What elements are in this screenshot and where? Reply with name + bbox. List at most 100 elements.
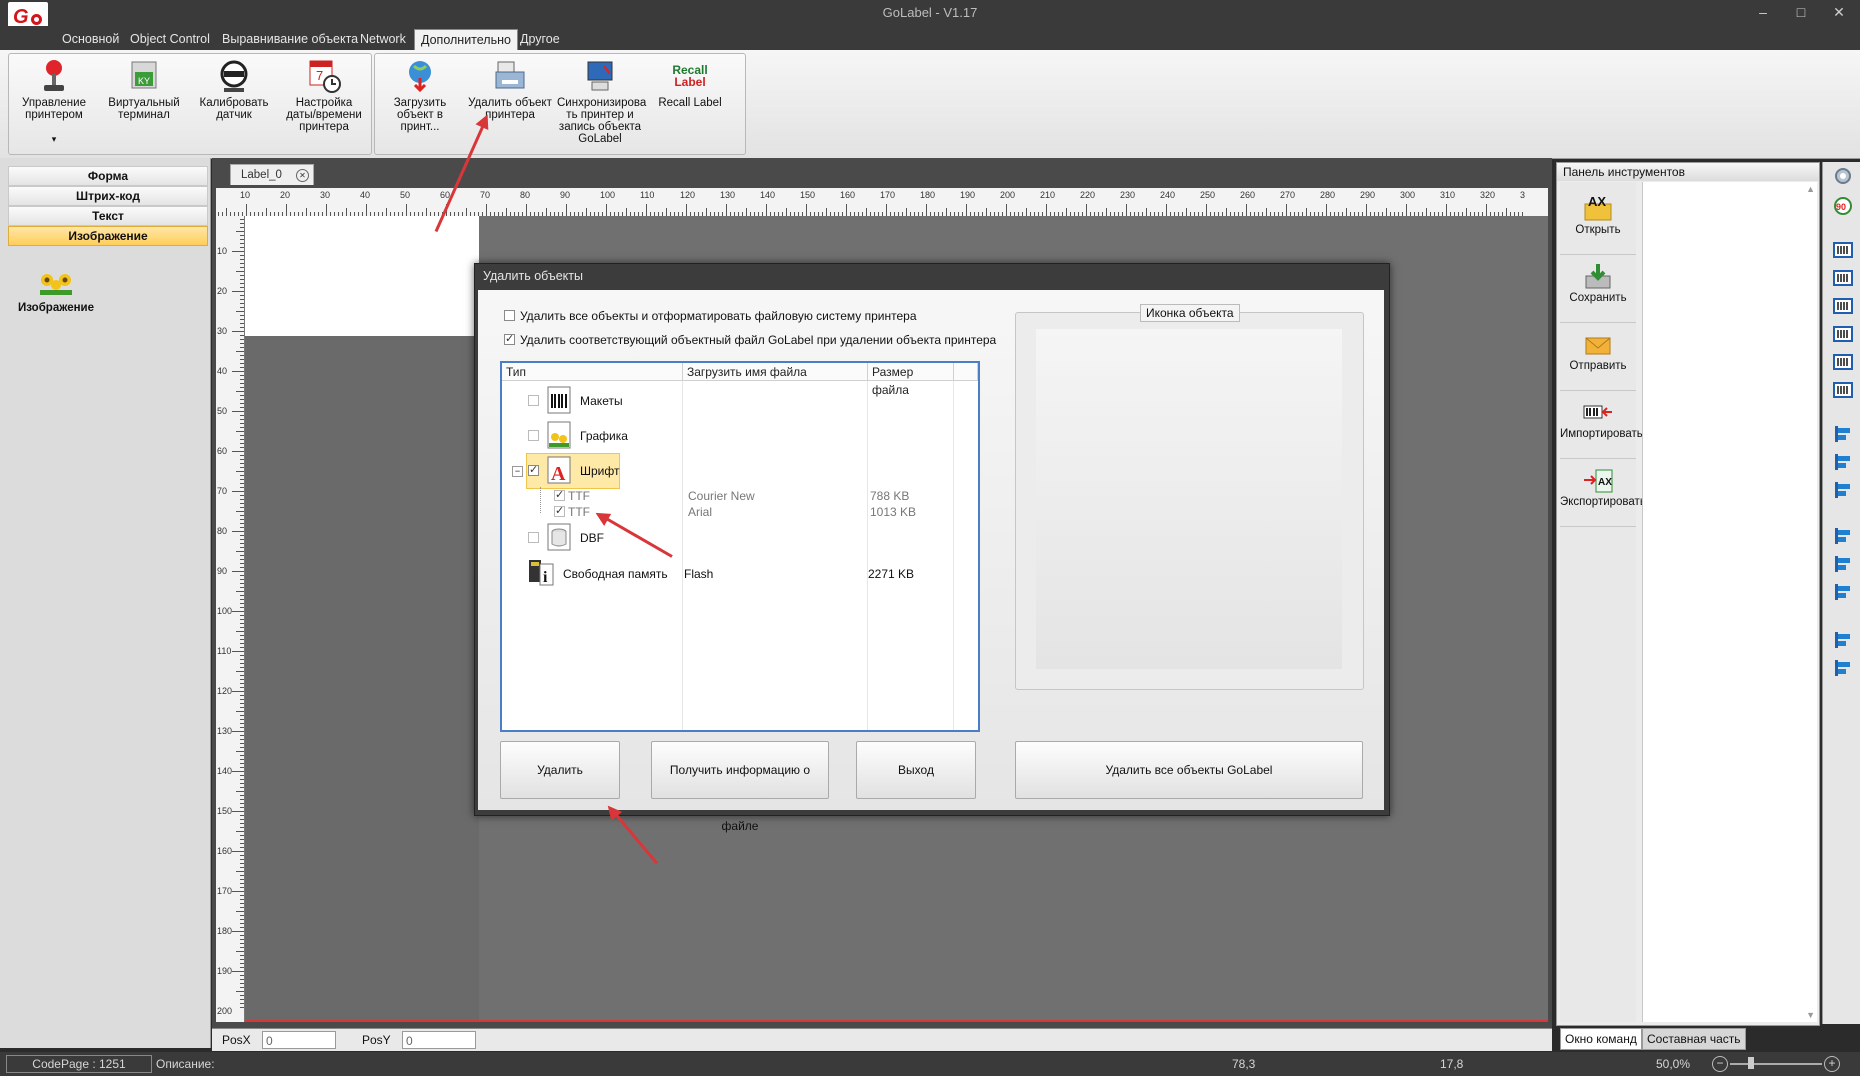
close-tab-icon[interactable]: ✕ (296, 169, 309, 182)
align-middle-icon[interactable] (1833, 554, 1853, 574)
align-center-icon[interactable] (1833, 452, 1853, 472)
delete-file-checkbox[interactable] (504, 332, 515, 345)
document-tab[interactable]: Label_0 ✕ (230, 164, 314, 185)
calibrate-sensor-button[interactable]: Калибровать датчик (191, 58, 277, 121)
object-tree[interactable]: Тип Загрузить имя файла Размер файла (500, 361, 980, 732)
layouts-checkbox[interactable] (528, 395, 539, 406)
import-button[interactable]: Импортировать (1560, 390, 1643, 459)
maximize-button[interactable]: □ (1784, 2, 1818, 22)
ruler-tick (240, 299, 244, 300)
recall-label-button[interactable]: Recall Label Recall Label (647, 58, 733, 109)
distribute-h-icon[interactable] (1833, 630, 1853, 650)
delete-all-golabel-button[interactable]: Удалить все объекты GoLabel (1015, 741, 1363, 799)
zoom-out-icon[interactable]: − (1712, 1056, 1728, 1072)
align-left-icon[interactable] (1833, 424, 1853, 444)
minimize-button[interactable]: – (1746, 2, 1780, 22)
flowers-image-icon[interactable] (38, 270, 74, 296)
row-graphics[interactable]: Графика (580, 429, 628, 443)
align-bottom-icon[interactable] (1833, 582, 1853, 602)
scroll-up-icon[interactable]: ▲ (1806, 184, 1815, 194)
row-ttf1-type[interactable]: TTF (568, 489, 590, 503)
column-filename[interactable]: Загрузить имя файла (683, 363, 868, 381)
format-checkbox[interactable] (504, 310, 515, 321)
ruler-tick (240, 455, 244, 456)
row-dbf[interactable]: DBF (580, 531, 604, 545)
rotate-90-icon[interactable]: 90 (1833, 196, 1853, 216)
ruler-tick-label: 170 (880, 190, 896, 200)
printer-manage-button[interactable]: Управление принтером ▾ (11, 58, 97, 145)
barcode-align-icon[interactable] (1833, 240, 1853, 260)
panel-item-barcode[interactable]: Штрих-код (8, 186, 208, 206)
ruler-tick (240, 935, 244, 936)
ruler-tick (232, 251, 244, 252)
ruler-tick (240, 623, 244, 624)
scroll-down-icon[interactable]: ▼ (1806, 1010, 1815, 1020)
label-canvas[interactable] (245, 216, 479, 336)
posy-input[interactable]: 0 (402, 1031, 476, 1049)
zoom-slider-thumb[interactable] (1748, 1057, 1754, 1069)
sync-printer-button[interactable]: Синхронизирова ть принтер и запись объек… (557, 58, 646, 145)
tab-command-window[interactable]: Окно команд (1560, 1028, 1642, 1050)
row-free-memory[interactable]: Свободная память (563, 567, 668, 581)
open-button[interactable]: AX Открыть (1560, 186, 1636, 255)
zoom-in-icon[interactable]: + (1824, 1056, 1840, 1072)
align-right-icon[interactable] (1833, 480, 1853, 500)
barcode-center-icon[interactable] (1833, 268, 1853, 288)
tab-main[interactable]: Основной (56, 29, 125, 50)
ruler-tick (240, 899, 244, 900)
barcode-right-icon[interactable] (1833, 296, 1853, 316)
graphics-checkbox[interactable] (528, 430, 539, 441)
tool-list[interactable]: ▲ ▼ (1642, 182, 1817, 1022)
distribute-v-icon[interactable] (1833, 658, 1853, 678)
send-button[interactable]: Отправить (1560, 322, 1636, 391)
virtual-terminal-button[interactable]: KY Виртуальный терминал (101, 58, 187, 121)
tab-additional[interactable]: Дополнительно (414, 29, 518, 51)
chevron-down-icon[interactable]: ▾ (11, 133, 97, 145)
barcode-top-icon[interactable] (1833, 380, 1853, 400)
zoom-slider[interactable] (1730, 1063, 1822, 1065)
set-datetime-button[interactable]: 7 Настройка даты/времени принтера (281, 58, 367, 133)
ruler-tick (236, 391, 244, 392)
align-top-icon[interactable] (1833, 526, 1853, 546)
ttf1-checkbox[interactable] (554, 488, 565, 501)
barcode-middle-icon[interactable] (1833, 352, 1853, 372)
delete-button[interactable]: Удалить (500, 741, 620, 799)
format-option-label[interactable]: Удалить все объекты и отформатировать фа… (520, 309, 917, 323)
panel-item-text[interactable]: Текст (8, 206, 208, 226)
tab-other[interactable]: Другое (514, 29, 566, 50)
posx-input[interactable]: 0 (262, 1031, 336, 1049)
save-button[interactable]: Сохранить (1560, 254, 1636, 323)
ruler-tick-label: 10 (217, 246, 228, 256)
row-font[interactable]: Шрифт (580, 464, 619, 478)
dbf-checkbox[interactable] (528, 532, 539, 543)
close-button[interactable]: ✕ (1822, 2, 1856, 22)
exit-button[interactable]: Выход (856, 741, 976, 799)
tab-component[interactable]: Составная часть (1642, 1028, 1746, 1050)
svg-text:7: 7 (316, 68, 323, 83)
ruler-tick (236, 351, 244, 352)
panel-item-image[interactable]: Изображение (8, 226, 208, 246)
ruler-tick (240, 655, 244, 656)
barcode-bottom-icon[interactable] (1833, 324, 1853, 344)
row-layouts[interactable]: Макеты (580, 394, 623, 408)
workspace-left[interactable] (245, 216, 479, 1022)
globe-download-icon (402, 58, 438, 94)
ttf2-checkbox[interactable] (554, 504, 565, 517)
tab-object-control[interactable]: Object Control (124, 29, 216, 50)
download-object-button[interactable]: Загрузить объект в принт... (377, 58, 463, 133)
tab-object-alignment[interactable]: Выравнивание объекта (216, 29, 364, 50)
collapse-icon[interactable]: − (512, 466, 523, 477)
column-filesize[interactable]: Размер файла (868, 363, 954, 397)
delete-file-option-label[interactable]: Удалить соответствующий объектный файл G… (520, 333, 996, 347)
gear-icon[interactable] (1833, 166, 1853, 186)
panel-item-form[interactable]: Форма (8, 166, 208, 186)
tool-buttons: AX Открыть Сохранить Отправить Импортиро… (1560, 182, 1646, 1022)
tab-network[interactable]: Network (354, 29, 412, 50)
column-type[interactable]: Тип (502, 363, 683, 381)
font-checkbox[interactable] (528, 463, 539, 476)
ruler-tick (346, 208, 347, 216)
get-file-info-button[interactable]: Получить информацию о файле (651, 741, 829, 833)
export-button[interactable]: AX Экспортировать (1560, 458, 1646, 527)
image-item-label[interactable]: Изображение (8, 302, 104, 314)
row-ttf2-type[interactable]: TTF (568, 505, 590, 519)
